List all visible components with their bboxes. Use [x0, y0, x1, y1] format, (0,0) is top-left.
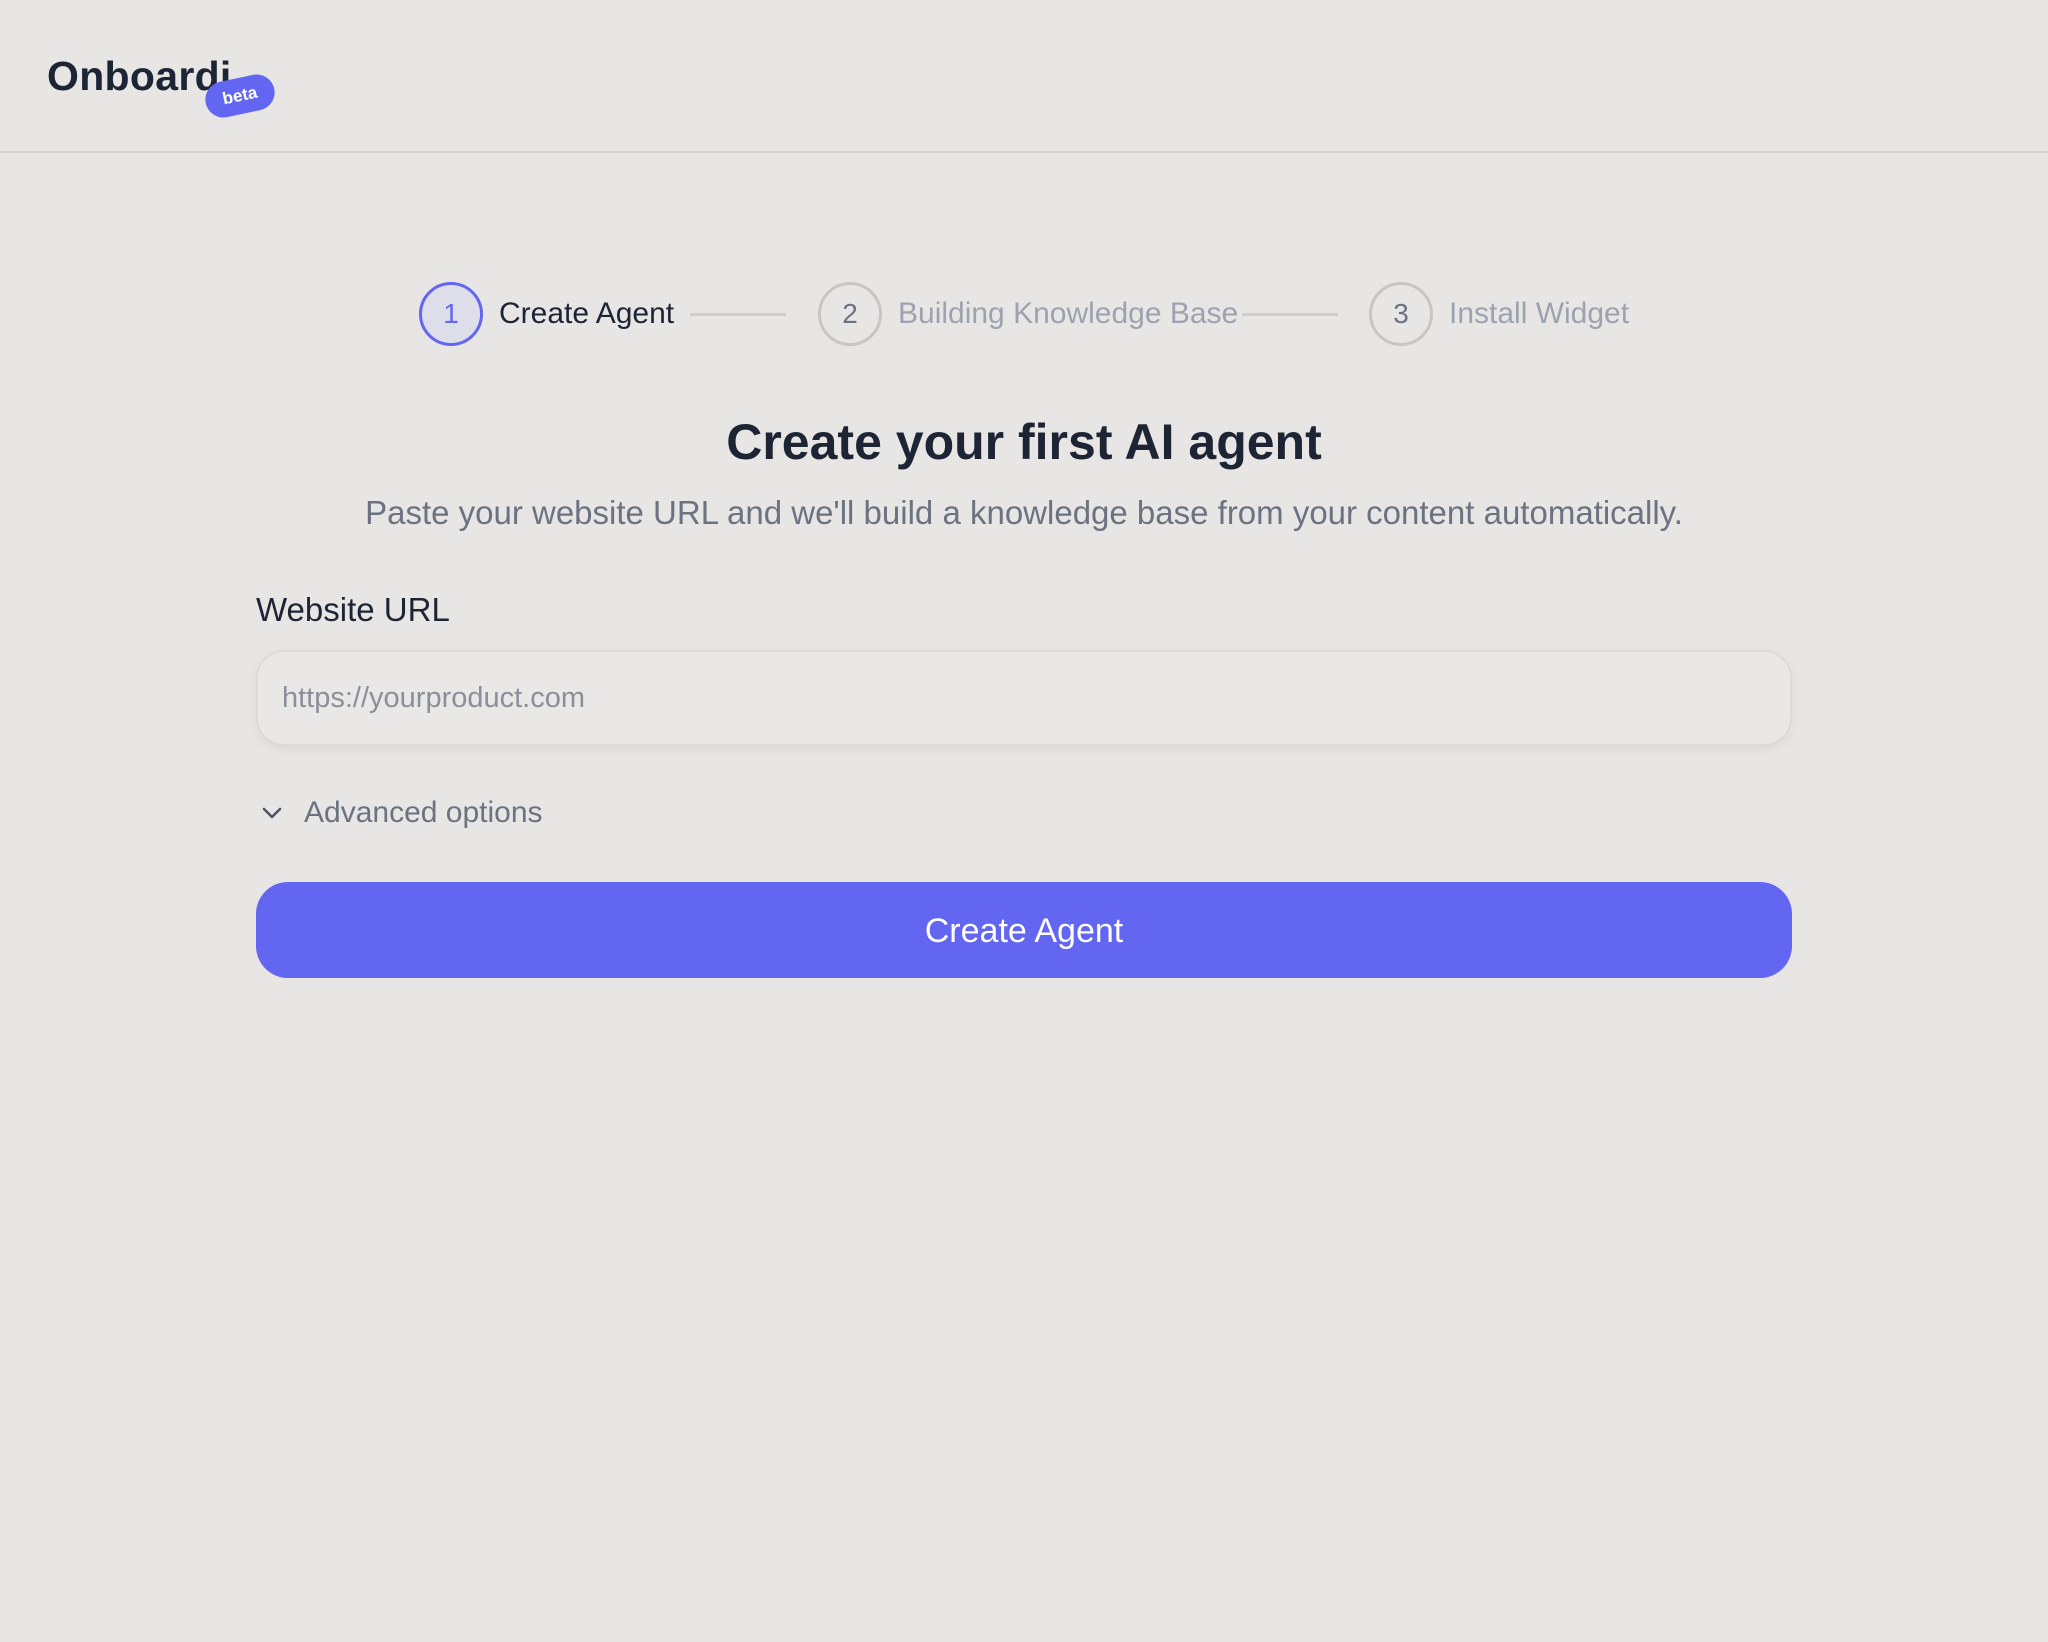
page-subtitle: Paste your website URL and we'll build a…	[365, 494, 1683, 531]
advanced-options-label: Advanced options	[304, 796, 543, 829]
page-title: Create your first AI agent	[726, 414, 1322, 470]
chevron-down-icon	[262, 807, 282, 819]
step-1-label: Create Agent	[499, 297, 675, 330]
advanced-options-toggle[interactable]: Advanced options	[256, 790, 543, 836]
step-1-indicator: 1	[419, 282, 483, 346]
website-url-label: Website URL	[256, 591, 450, 628]
app-header: Onboardi beta	[0, 0, 2048, 153]
website-url-input[interactable]	[256, 650, 1792, 746]
step-connector-1	[690, 313, 786, 316]
progress-stepper: 1 Create Agent 2 Building Knowledge Base…	[0, 282, 2048, 346]
create-agent-button[interactable]: Create Agent	[256, 882, 1792, 978]
app-logo[interactable]: Onboardi	[47, 50, 232, 102]
step-connector-2	[1242, 313, 1338, 316]
step-2-label: Building Knowledge Base	[898, 297, 1239, 330]
step-3-label: Install Widget	[1449, 297, 1630, 330]
step-2-indicator: 2	[818, 282, 882, 346]
step-3-indicator: 3	[1369, 282, 1433, 346]
